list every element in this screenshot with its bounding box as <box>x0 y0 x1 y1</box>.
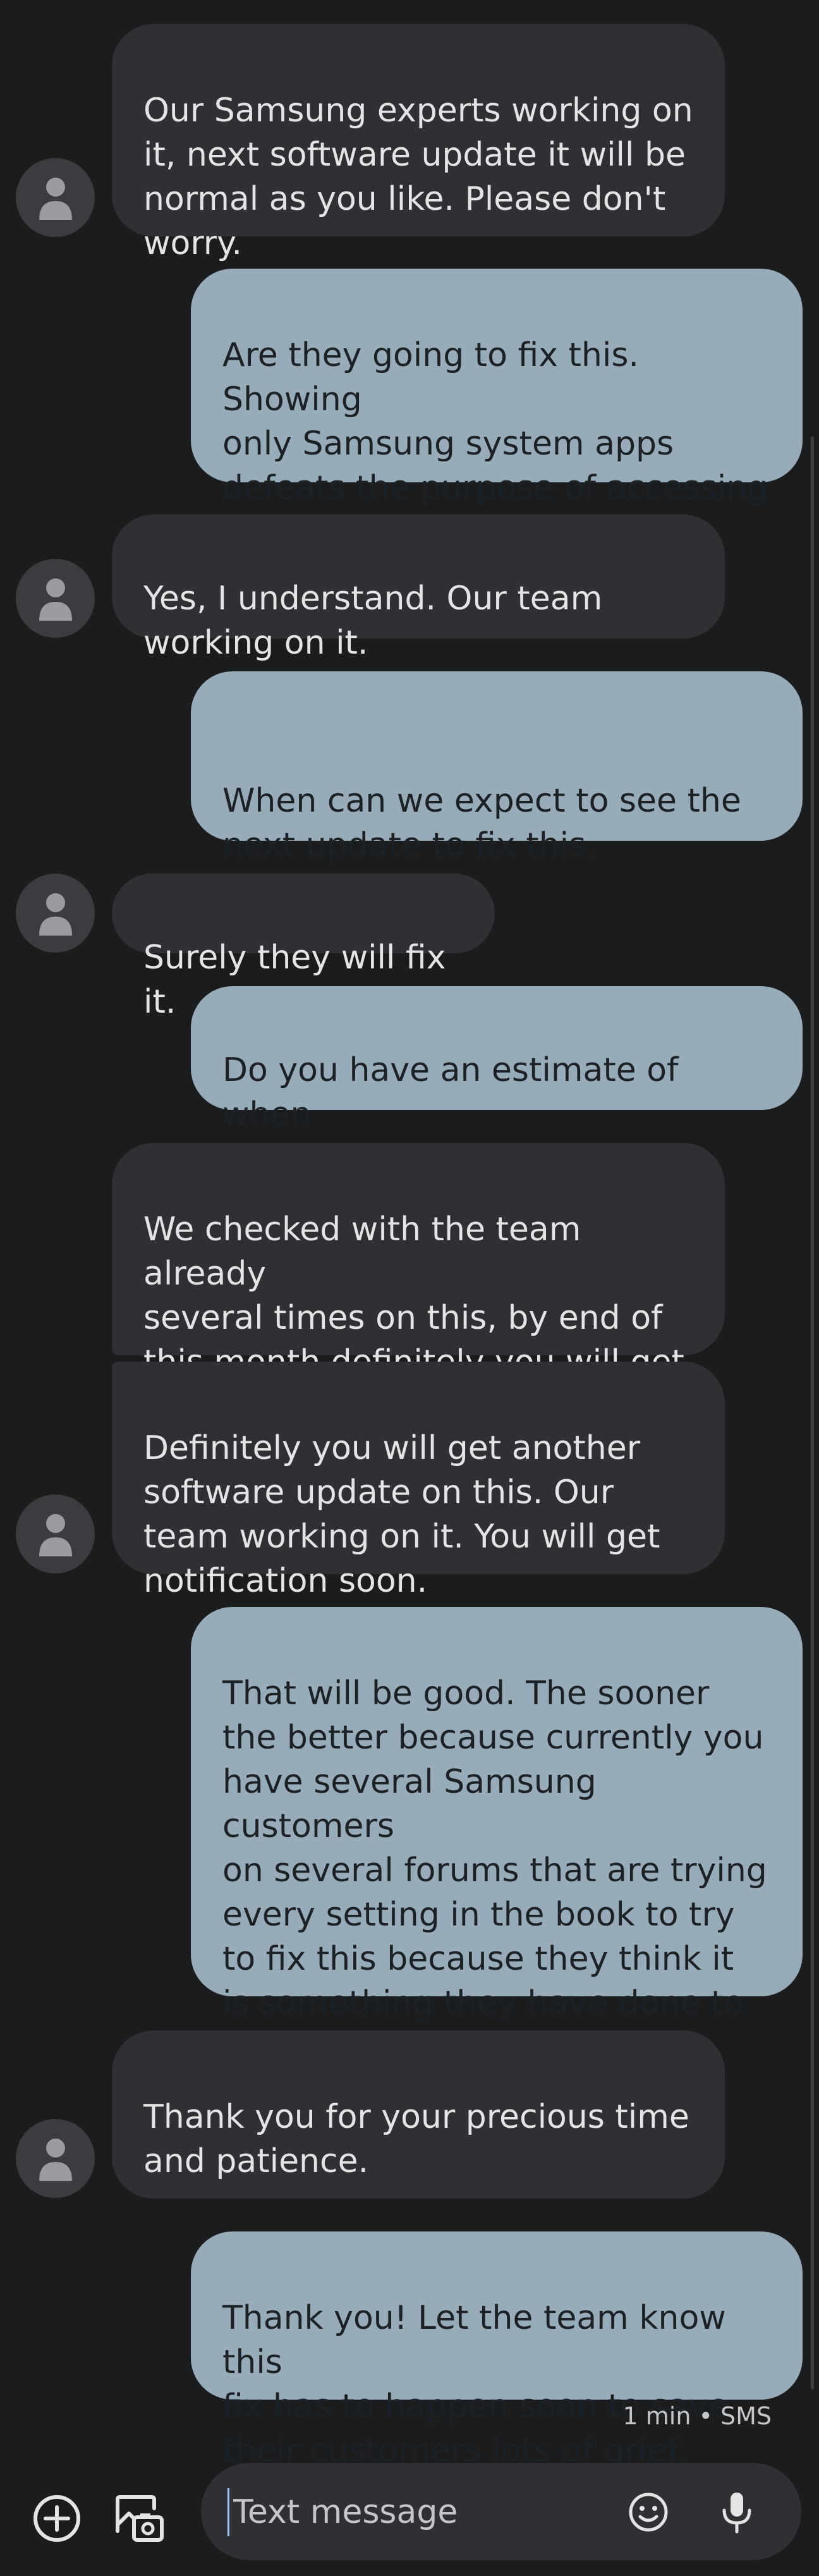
message-text: Thank you for your precious time and pat… <box>143 2098 689 2180</box>
person-icon <box>39 177 72 220</box>
outgoing-message[interactable]: Do you have an estimate of when that wil… <box>191 986 803 1178</box>
message-text: Thank you! Let the team know this fix ha… <box>222 2299 729 2470</box>
person-icon <box>39 893 72 936</box>
contact-avatar[interactable] <box>16 559 95 638</box>
outgoing-message[interactable]: Are they going to fix this. Showing only… <box>191 269 803 551</box>
message-composer <box>201 2463 801 2560</box>
voice-input-button[interactable] <box>707 2482 767 2542</box>
text-message-input[interactable] <box>228 2488 601 2536</box>
scrollbar[interactable] <box>811 436 814 2390</box>
contact-avatar[interactable] <box>16 2119 95 2198</box>
gallery-button[interactable] <box>109 2488 169 2549</box>
add-attachment-button[interactable] <box>27 2488 87 2549</box>
contact-avatar[interactable] <box>16 874 95 953</box>
incoming-message[interactable]: Our Samsung experts working on it, next … <box>112 24 725 262</box>
outgoing-message[interactable]: Thank you! Let the team know this fix ha… <box>191 2231 803 2470</box>
message-text: Our Samsung experts working on it, next … <box>143 92 693 262</box>
emoji-button[interactable] <box>618 2482 679 2542</box>
contact-avatar[interactable] <box>16 158 95 237</box>
microphone-icon <box>722 2493 751 2534</box>
incoming-message[interactable]: We checked with the team already several… <box>112 1143 725 1425</box>
plus-circle-icon <box>33 2495 80 2542</box>
message-status: 1 min • SMS <box>622 2402 772 2430</box>
message-text: Yes, I understand. Our team working on i… <box>143 580 603 662</box>
gallery-camera-icon <box>116 2495 164 2542</box>
message-text: Definitely you will get another software… <box>143 1429 660 1600</box>
incoming-message[interactable]: Yes, I understand. Our team working on i… <box>112 515 725 662</box>
message-text: That will be good. The sooner the better… <box>222 1675 767 2066</box>
person-icon <box>39 1513 72 1556</box>
emoji-icon <box>629 2493 668 2532</box>
person-icon <box>39 2138 72 2181</box>
person-icon <box>39 578 72 621</box>
incoming-message[interactable]: Surely they will fix it. <box>112 874 495 1021</box>
compose-bar <box>0 2453 819 2576</box>
contact-avatar[interactable] <box>16 1494 95 1573</box>
outgoing-message[interactable]: That will be good. The sooner the better… <box>191 1607 803 2066</box>
message-text: When can we expect to see the next updat… <box>222 782 741 864</box>
incoming-message[interactable]: Definitely you will get another software… <box>112 1362 725 1600</box>
outgoing-message[interactable]: When can we expect to see the next updat… <box>191 671 803 864</box>
incoming-message[interactable]: Thank you for your precious time and pat… <box>112 2030 725 2199</box>
